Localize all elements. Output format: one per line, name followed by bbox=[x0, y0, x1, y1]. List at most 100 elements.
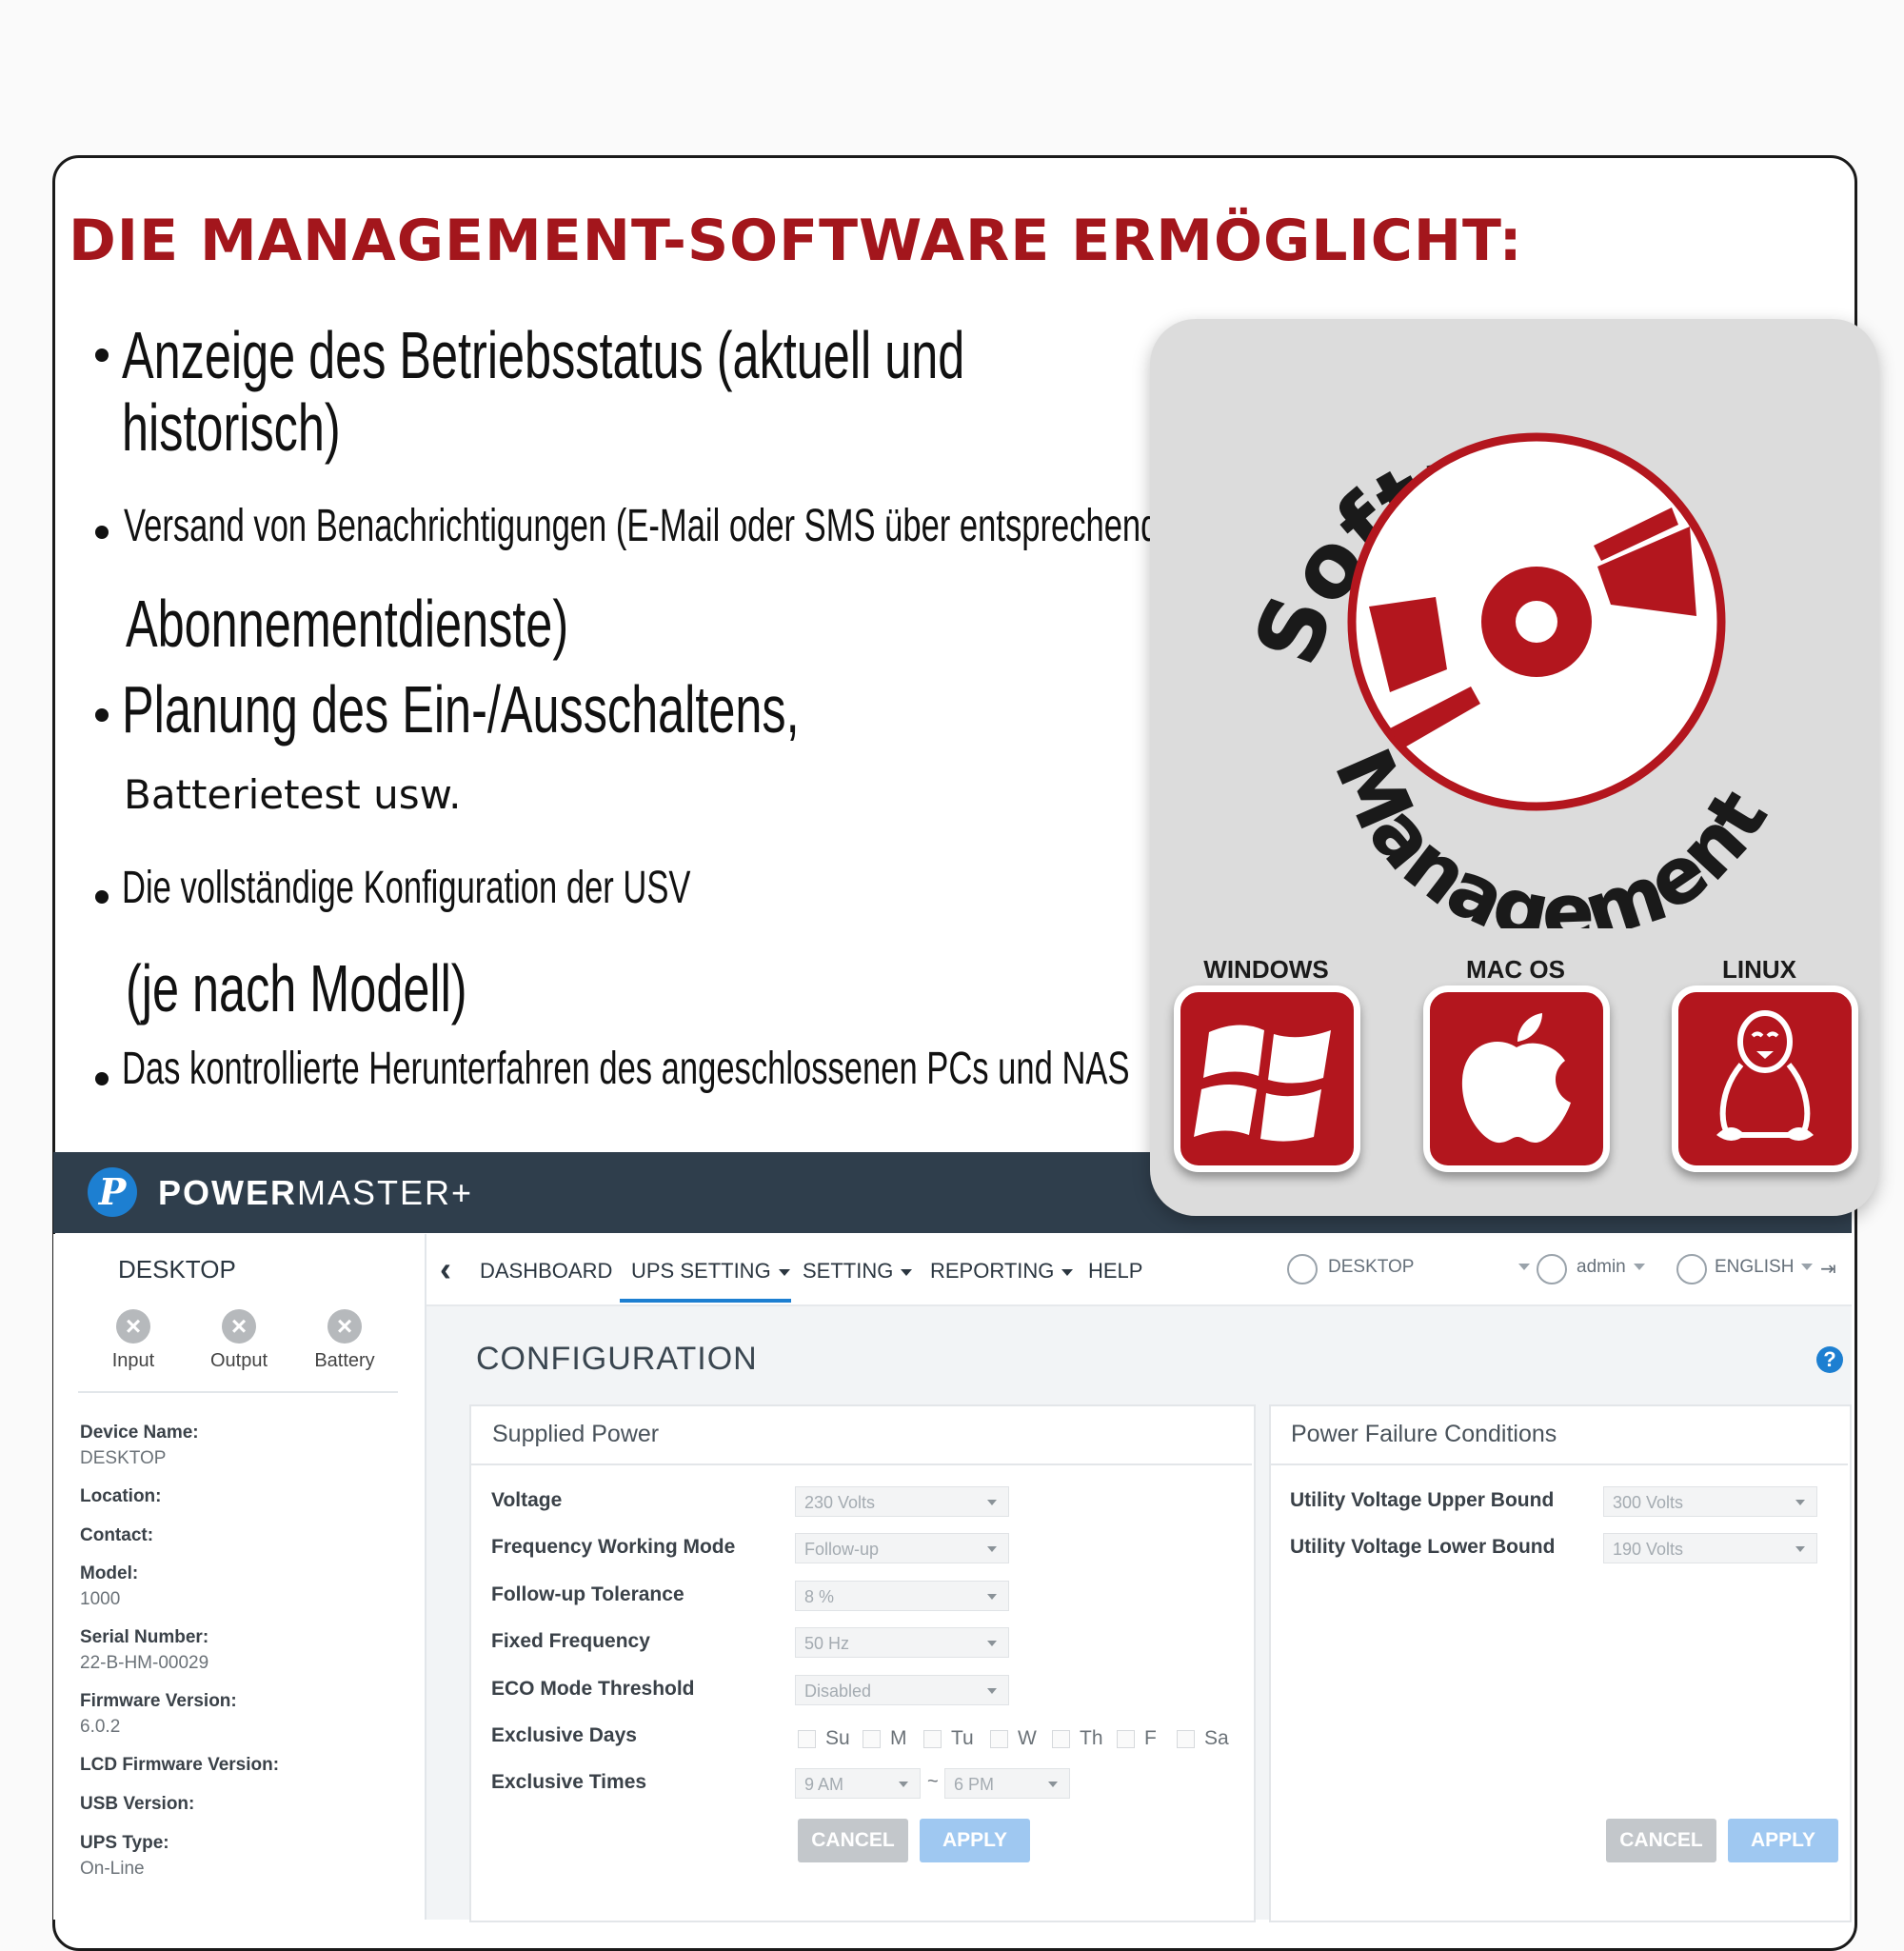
chevron-down-icon bbox=[1795, 1500, 1805, 1505]
day-checkbox-su[interactable]: Su bbox=[798, 1727, 850, 1750]
supplied-power-title: Supplied Power bbox=[492, 1421, 660, 1447]
frequency-mode-label: Frequency Working Mode bbox=[491, 1536, 736, 1558]
tux-icon bbox=[1716, 1010, 1814, 1141]
user-menu-label: admin bbox=[1577, 1257, 1626, 1277]
info-device-name-label: Device Name: bbox=[80, 1423, 199, 1443]
checkbox[interactable] bbox=[1117, 1729, 1135, 1748]
active-tab-underline bbox=[620, 1299, 791, 1303]
day-label: Th bbox=[1080, 1727, 1103, 1749]
bullet-configuration: Die vollständige Konfiguration der USV bbox=[122, 863, 691, 913]
day-checkbox-th[interactable]: Th bbox=[1052, 1727, 1103, 1750]
info-model-label: Model: bbox=[80, 1563, 139, 1583]
nav-ups-setting-label: UPS SETTING bbox=[631, 1259, 771, 1283]
checkbox[interactable] bbox=[798, 1729, 816, 1748]
user-icon bbox=[1537, 1254, 1567, 1284]
nav-help[interactable]: HELP bbox=[1088, 1259, 1142, 1284]
upper-bound-select[interactable]: 300 Volts bbox=[1603, 1486, 1817, 1517]
chevron-down-icon bbox=[1048, 1782, 1058, 1787]
software-management-logo: Software Management bbox=[1235, 416, 1784, 928]
bullet-dot bbox=[95, 526, 109, 539]
info-serial-value: 22-B-HM-00029 bbox=[80, 1653, 209, 1673]
chevron-down-icon bbox=[1795, 1546, 1805, 1552]
lower-bound-select[interactable]: 190 Volts bbox=[1603, 1533, 1817, 1563]
help-icon[interactable]: ? bbox=[1816, 1346, 1843, 1373]
bullet-scheduling: Planung des Ein-/Ausschaltens, bbox=[122, 672, 800, 747]
voltage-value: 230 Volts bbox=[804, 1493, 876, 1512]
fixed-frequency-select[interactable]: 50 Hz bbox=[795, 1627, 1009, 1658]
chevron-down-icon bbox=[1061, 1268, 1074, 1276]
logout-icon[interactable]: ⇥ bbox=[1820, 1257, 1836, 1281]
time-separator: ~ bbox=[927, 1771, 939, 1792]
page-title: CONFIGURATION bbox=[476, 1341, 758, 1377]
chevron-down-icon bbox=[899, 1782, 908, 1787]
language-selector[interactable]: ENGLISH bbox=[1715, 1257, 1814, 1278]
time-to-select[interactable]: 6 PM bbox=[944, 1768, 1070, 1799]
followup-tolerance-select[interactable]: 8 % bbox=[795, 1581, 1009, 1611]
chevron-down-icon bbox=[987, 1500, 997, 1505]
checkbox[interactable] bbox=[863, 1729, 881, 1748]
supplied-power-cancel-button[interactable]: CANCEL bbox=[798, 1819, 908, 1862]
nav-setting[interactable]: SETTING bbox=[803, 1259, 913, 1284]
info-firmware-label: Firmware Version: bbox=[80, 1691, 237, 1711]
info-firmware-value: 6.0.2 bbox=[80, 1717, 121, 1737]
macos-tile bbox=[1423, 985, 1610, 1172]
chevron-down-icon bbox=[901, 1268, 913, 1276]
eco-threshold-select[interactable]: Disabled bbox=[795, 1675, 1009, 1705]
day-checkbox-m[interactable]: M bbox=[863, 1727, 907, 1750]
bullet-configuration-cont: (je nach Modell) bbox=[126, 951, 467, 1025]
sidebar-device-title: DESKTOP bbox=[118, 1255, 236, 1284]
exclusive-times-label: Exclusive Times bbox=[491, 1771, 647, 1793]
nav-dashboard[interactable]: DASHBOARD bbox=[480, 1259, 612, 1284]
bullet-scheduling-cont: Batterietest usw. bbox=[124, 771, 462, 818]
chevron-down-icon bbox=[987, 1546, 997, 1552]
time-to-value: 6 PM bbox=[954, 1775, 995, 1794]
day-checkbox-tu[interactable]: Tu bbox=[923, 1727, 974, 1750]
nav-reporting-label: REPORTING bbox=[930, 1259, 1055, 1283]
supplied-power-apply-button[interactable]: APPLY bbox=[920, 1819, 1030, 1862]
checkbox[interactable] bbox=[1177, 1729, 1195, 1748]
nav-ups-setting[interactable]: UPS SETTING bbox=[631, 1259, 790, 1284]
chevron-down-icon bbox=[1518, 1264, 1531, 1271]
chevron-down-icon bbox=[1801, 1264, 1814, 1271]
chevron-down-icon bbox=[987, 1641, 997, 1646]
bullet-dot bbox=[95, 1072, 109, 1085]
device-selector[interactable]: DESKTOP bbox=[1328, 1257, 1531, 1278]
chevron-down-icon bbox=[778, 1268, 790, 1276]
day-checkbox-sa[interactable]: Sa bbox=[1177, 1727, 1229, 1750]
info-ups-type-label: UPS Type: bbox=[80, 1833, 169, 1853]
os-label-windows: WINDOWS bbox=[1203, 955, 1329, 984]
day-checkbox-f[interactable]: F bbox=[1117, 1727, 1157, 1750]
bullet-dot bbox=[95, 890, 109, 904]
info-location-label: Location: bbox=[80, 1486, 162, 1506]
battery-status-label: Battery bbox=[314, 1350, 375, 1371]
input-status-label: Input bbox=[111, 1350, 155, 1371]
eco-threshold-value: Disabled bbox=[804, 1682, 872, 1701]
voltage-select[interactable]: 230 Volts bbox=[795, 1486, 1009, 1517]
chevron-down-icon bbox=[987, 1688, 997, 1694]
input-status-icon: × bbox=[116, 1309, 150, 1344]
nav-setting-label: SETTING bbox=[803, 1259, 894, 1283]
apple-icon bbox=[1461, 1013, 1571, 1144]
user-menu[interactable]: admin bbox=[1577, 1257, 1645, 1278]
battery-status-icon: × bbox=[327, 1309, 362, 1344]
power-failure-apply-button[interactable]: APPLY bbox=[1728, 1819, 1838, 1862]
power-failure-title: Power Failure Conditions bbox=[1291, 1421, 1557, 1447]
checkbox[interactable] bbox=[990, 1729, 1008, 1748]
checkbox[interactable] bbox=[923, 1729, 942, 1748]
back-chevron-icon[interactable]: ‹ bbox=[440, 1249, 451, 1289]
voltage-label: Voltage bbox=[491, 1489, 563, 1511]
upper-bound-value: 300 Volts bbox=[1613, 1493, 1684, 1512]
panel-divider bbox=[471, 1463, 1252, 1465]
info-serial-label: Serial Number: bbox=[80, 1627, 209, 1647]
checkbox[interactable] bbox=[1052, 1729, 1070, 1748]
frequency-mode-select[interactable]: Follow-up bbox=[795, 1533, 1009, 1563]
power-failure-cancel-button[interactable]: CANCEL bbox=[1606, 1819, 1716, 1862]
day-checkbox-w[interactable]: W bbox=[990, 1727, 1037, 1750]
panel-divider bbox=[1271, 1463, 1848, 1465]
monitor-icon bbox=[1287, 1254, 1318, 1284]
time-from-select[interactable]: 9 AM bbox=[795, 1768, 921, 1799]
info-lcd-firmware-label: LCD Firmware Version: bbox=[80, 1755, 280, 1775]
nav-reporting[interactable]: REPORTING bbox=[930, 1259, 1074, 1284]
bullet-status: Anzeige des Betriebsstatus (aktuell und … bbox=[122, 319, 964, 464]
day-label: F bbox=[1144, 1727, 1157, 1749]
